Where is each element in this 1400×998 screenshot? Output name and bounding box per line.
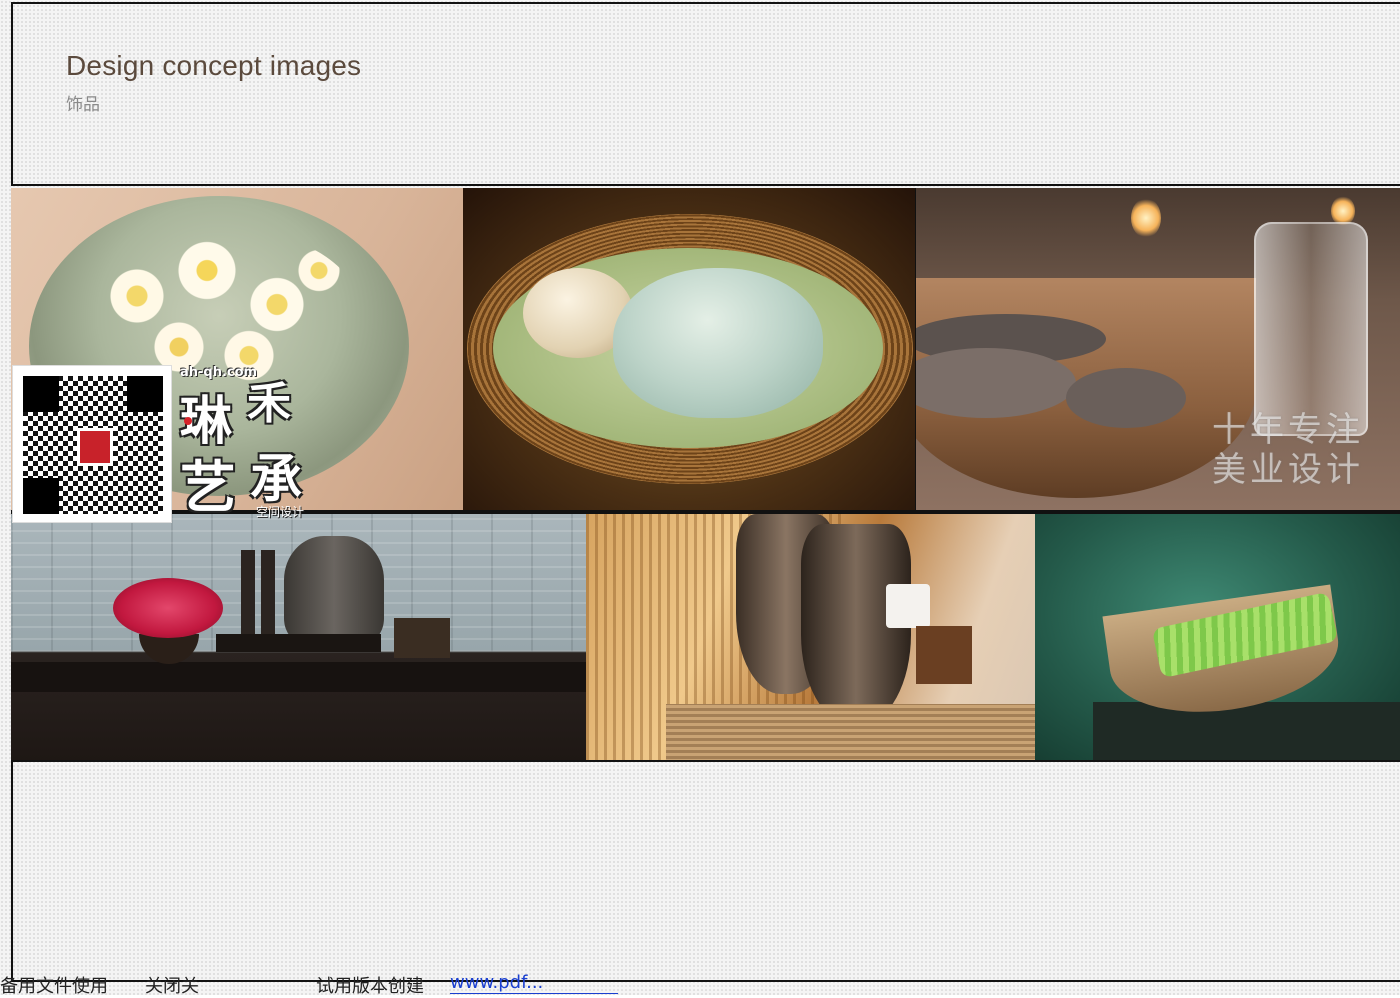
wooden-stack	[916, 626, 972, 684]
dark-cylinder	[241, 550, 255, 640]
watermark-line-1: 十年专注	[1212, 410, 1364, 450]
qr-code	[12, 365, 172, 523]
header-frame	[11, 2, 1400, 186]
qr-pattern	[23, 376, 163, 514]
link-underline	[450, 993, 618, 994]
page-title: Design concept images	[66, 50, 362, 81]
red-flower-arrangement	[113, 578, 223, 638]
photo-spa-stones: 十年专注 美业设计	[916, 188, 1400, 510]
watermark-text: 十年专注 美业设计	[1212, 410, 1364, 490]
footer-text-1: 备用文件使用	[0, 976, 108, 997]
logo-character: 艺	[180, 455, 236, 521]
logo-character: 禾	[247, 378, 291, 429]
oil-bottle	[1254, 222, 1368, 436]
footer-link[interactable]: www.pdf...	[450, 972, 543, 993]
woven-mat	[666, 704, 1035, 762]
brand-overlay: ah-qh.com 琳 禾 艺 承 空间设计	[12, 365, 317, 523]
ceramic-urn	[284, 536, 384, 646]
spa-stone	[916, 348, 1076, 418]
plant-pot	[886, 584, 930, 628]
wooden-box	[394, 618, 450, 658]
flower-stand	[139, 634, 199, 664]
photo-vases	[586, 514, 1035, 762]
photo-altar	[11, 514, 586, 762]
tray	[216, 634, 381, 652]
watermark-line-2: 美业设计	[1212, 450, 1364, 490]
pedestal	[1093, 702, 1400, 762]
dark-cylinder	[261, 550, 275, 640]
footer-text-3: 试用版本创建	[316, 976, 424, 997]
logo-dot-icon	[184, 417, 192, 425]
spa-stone	[1066, 368, 1186, 428]
candle-glow	[1131, 198, 1161, 238]
logo-url: ah-qh.com	[180, 365, 258, 380]
photo-teapot-basket	[463, 188, 915, 510]
footer-text-2: 关闭关	[145, 976, 199, 997]
celadon-teapot	[613, 268, 823, 418]
footer-bar: 备用文件使用 关闭关 试用版本创建 www.pdf...	[0, 972, 1400, 997]
dark-table	[11, 662, 586, 692]
seal-icon	[77, 428, 113, 466]
page-subtitle: 饰品	[66, 95, 100, 115]
logo-character: 承	[250, 449, 303, 510]
footer-frame	[11, 760, 1400, 982]
photo-grass-bowl	[1035, 514, 1400, 762]
logo-tagline: 空间设计	[256, 505, 305, 519]
wooden-bowl	[916, 278, 1256, 498]
